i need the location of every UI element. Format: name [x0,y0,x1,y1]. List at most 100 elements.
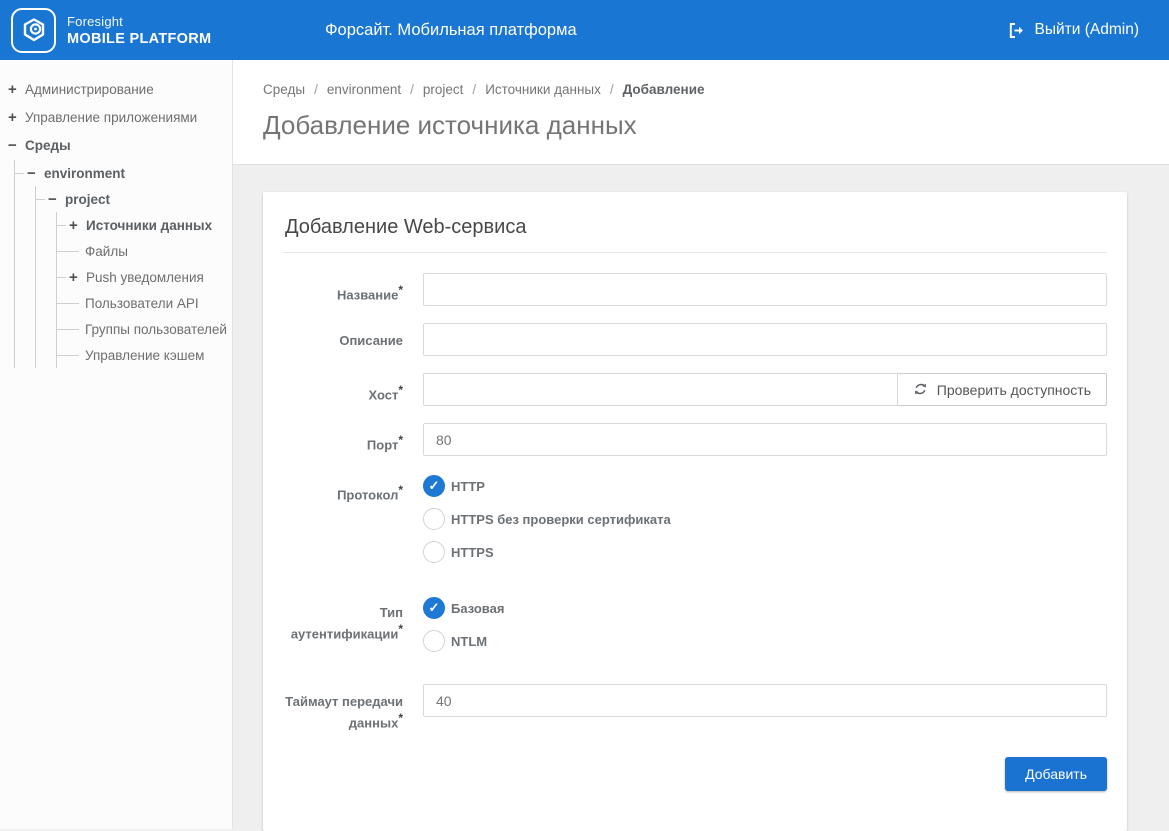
timeout-input[interactable] [423,684,1107,717]
breadcrumb-data-sources[interactable]: Источники данных [485,82,601,97]
tree-connector [57,225,66,226]
app-header: Foresight MOBILE PLATFORM Форсайт. Мобил… [0,0,1169,60]
sidebar-item-label: Файлы [85,244,128,259]
sidebar-item-label: Администрирование [25,82,154,97]
sidebar-item-app-management[interactable]: + Управление приложениями [0,104,232,130]
auth-option-basic[interactable]: ✓ Базовая [423,597,1107,619]
sidebar-item-project[interactable]: − project [36,186,232,212]
protocol-field-row: Протокол* ✓ HTTP HTTPS без проверки серт… [283,473,1107,574]
page-header: Среды / environment / project / Источник… [233,60,1169,165]
breadcrumb-separator: / [410,82,414,97]
logo-line1: Foresight [67,14,211,29]
radio-unselected-icon [423,541,445,563]
collapse-icon[interactable]: − [8,137,25,154]
sidebar-item-label: Группы пользователей [85,322,227,337]
breadcrumb-environments[interactable]: Среды [263,82,305,97]
page-title: Добавление источника данных [263,110,1139,141]
radio-selected-icon: ✓ [423,597,445,619]
tree-connector [15,173,24,174]
tree-connector [57,277,66,278]
sidebar-item-label: project [65,192,110,207]
collapse-icon[interactable]: − [27,165,44,182]
auth-radio-group: ✓ Базовая NTLM [423,595,1107,663]
sidebar-item-environments[interactable]: − Среды [0,132,232,158]
sidebar-item-label: Управление кэшем [85,348,204,363]
tree-connector [36,199,45,200]
sidebar-navigation: + Администрирование + Управление приложе… [0,60,233,829]
host-input[interactable] [423,373,898,406]
sidebar-item-label: Push уведомления [86,270,204,285]
breadcrumb: Среды / environment / project / Источник… [263,82,1139,97]
sidebar-item-label: Среды [25,138,71,153]
required-mark: * [398,383,403,397]
required-mark: * [398,711,403,725]
description-field-row: Описание [283,323,1107,356]
logo-line2: MOBILE PLATFORM [67,31,211,47]
sidebar-item-cache-management[interactable]: Управление кэшем [57,342,232,368]
sidebar-item-user-groups[interactable]: Группы пользователей [57,316,232,342]
check-availability-label: Проверить доступность [937,382,1091,398]
protocol-option-https[interactable]: HTTPS [423,541,1107,563]
tree-connector [57,355,79,356]
protocol-radio-group: ✓ HTTP HTTPS без проверки сертификата HT… [423,473,1107,574]
breadcrumb-separator: / [610,82,614,97]
card-title: Добавление Web-сервиса [283,212,1107,253]
check-icon: ✓ [429,478,440,494]
content-area: Добавление Web-сервиса Название* Описани… [233,165,1169,831]
breadcrumb-environment[interactable]: environment [327,82,401,97]
sidebar-item-label: Пользователи API [85,296,199,311]
tree-connector [57,303,79,304]
protocol-label: Протокол* [283,473,423,574]
tree-connector [57,251,79,252]
required-mark: * [398,622,403,636]
host-field-row: Хост* [283,373,1107,406]
logout-button[interactable]: Выйти (Admin) [1008,21,1169,39]
logo-text: Foresight MOBILE PLATFORM [67,14,211,47]
refresh-icon [913,382,928,397]
sidebar-item-label: Управление приложениями [25,110,197,125]
timeout-field-row: Таймаут передачи данных* [283,684,1107,731]
radio-unselected-icon [423,508,445,530]
port-label: Порт* [283,423,423,456]
radio-unselected-icon [423,630,445,652]
sidebar-item-api-users[interactable]: Пользователи API [57,290,232,316]
collapse-icon[interactable]: − [48,191,65,208]
protocol-option-https-no-cert[interactable]: HTTPS без проверки сертификата [423,508,1107,530]
port-input[interactable] [423,423,1107,456]
logout-icon [1008,22,1025,39]
expand-icon[interactable]: + [69,217,86,234]
app-logo[interactable]: Foresight MOBILE PLATFORM [0,8,211,53]
port-field-row: Порт* [283,423,1107,456]
app-title: Форсайт. Мобильная платформа [325,21,577,40]
add-button[interactable]: Добавить [1005,757,1107,791]
expand-icon[interactable]: + [69,269,86,286]
description-input[interactable] [423,323,1107,356]
sidebar-item-push-notifications[interactable]: + Push уведомления [57,264,232,290]
timeout-label: Таймаут передачи данных* [283,684,423,731]
check-availability-button[interactable]: Проверить доступность [898,373,1107,406]
breadcrumb-separator: / [314,82,318,97]
name-field-row: Название* [283,273,1107,306]
foresight-logo-icon [11,8,56,53]
sidebar-item-environment[interactable]: − environment [15,160,232,186]
check-icon: ✓ [429,600,440,616]
breadcrumb-separator: / [472,82,476,97]
required-mark: * [398,433,403,447]
sidebar-item-files[interactable]: Файлы [57,238,232,264]
name-input[interactable] [423,273,1107,306]
sidebar-item-label: Источники данных [86,218,212,233]
sidebar-item-administration[interactable]: + Администрирование [0,76,232,102]
breadcrumb-project[interactable]: project [423,82,464,97]
protocol-option-http[interactable]: ✓ HTTP [423,475,1107,497]
description-label: Описание [283,323,423,356]
logout-label: Выйти (Admin) [1035,21,1139,39]
expand-icon[interactable]: + [8,81,25,98]
expand-icon[interactable]: + [8,109,25,126]
tree-connector [57,329,79,330]
auth-type-label: Тип аутентификации* [283,595,423,663]
add-webservice-form: Название* Описание Хост* [283,273,1107,791]
breadcrumb-current: Добавление [623,82,705,97]
sidebar-item-data-sources[interactable]: + Источники данных [57,212,232,238]
auth-option-ntlm[interactable]: NTLM [423,630,1107,652]
auth-type-field-row: Тип аутентификации* ✓ Базовая NTLM [283,595,1107,663]
